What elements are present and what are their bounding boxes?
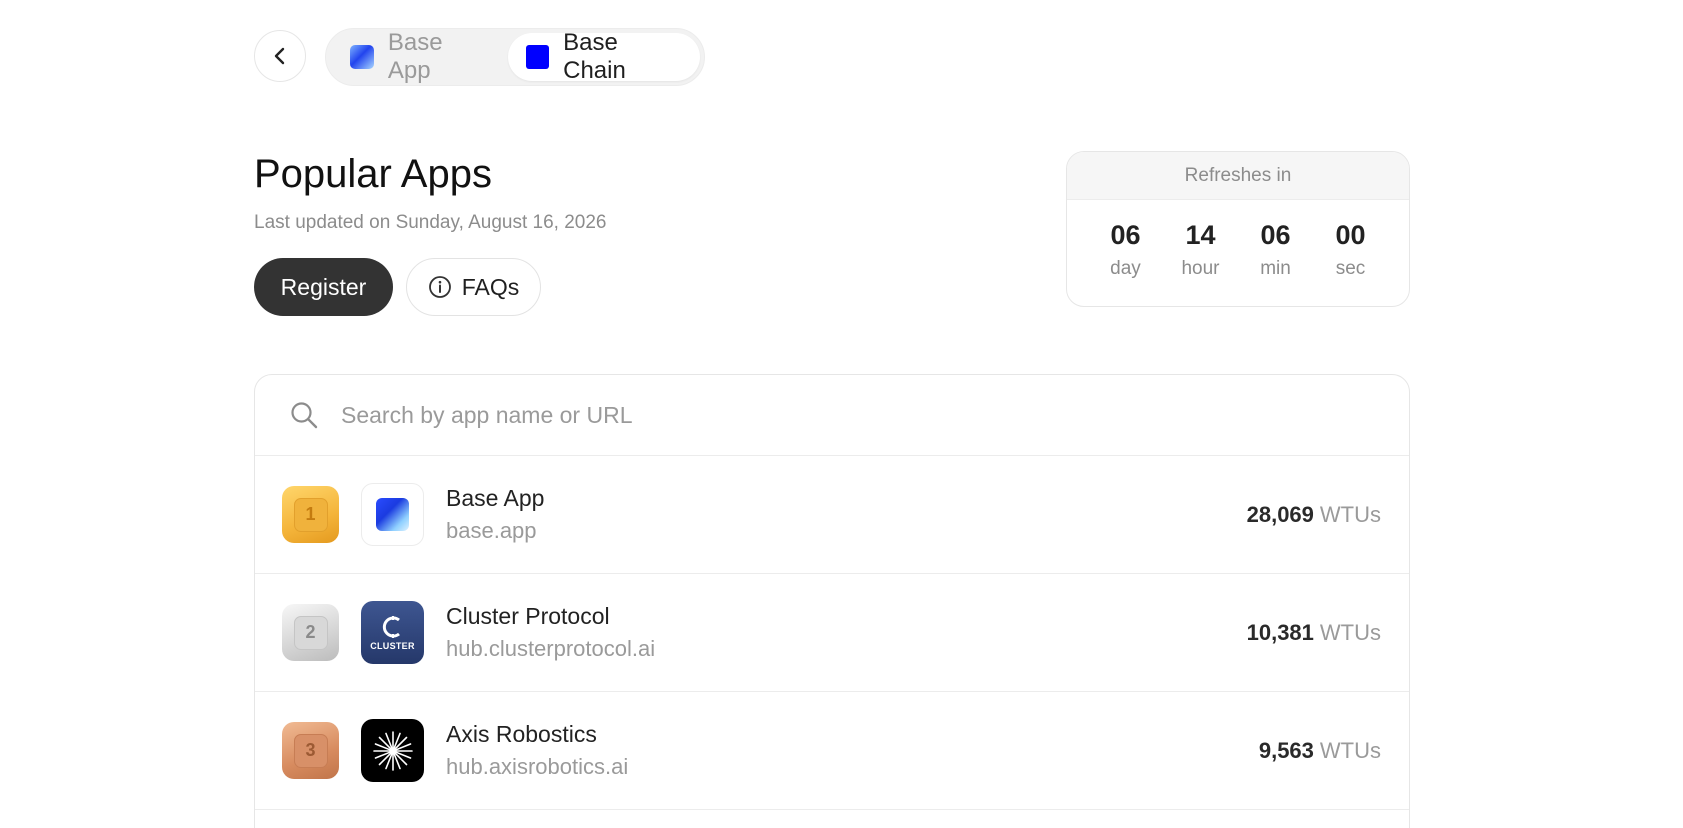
rank-number: 2 <box>293 615 328 650</box>
table-row[interactable]: 2 CLUSTER Cluster Protocol hub.clusterpr… <box>255 574 1409 692</box>
countdown-minutes: 06 min <box>1238 220 1313 280</box>
wtu-count: 9,563 WTUs <box>1259 738 1381 764</box>
wtu-count: 28,069 WTUs <box>1247 502 1381 528</box>
register-button[interactable]: Register <box>254 258 393 316</box>
product-switcher: Base App Base Chain <box>325 28 705 86</box>
wtu-value: 28,069 <box>1246 501 1314 527</box>
wtu-unit: WTUs <box>1319 619 1381 645</box>
app-name: Axis Robostics <box>446 721 597 747</box>
wtu-value: 9,563 <box>1258 737 1314 763</box>
app-url: hub.clusterprotocol.ai <box>446 636 656 661</box>
countdown-seconds: 00 sec <box>1313 220 1388 280</box>
countdown-hours: 14 hour <box>1163 220 1238 280</box>
countdown-unit-label: sec <box>1335 258 1366 279</box>
base-app-logo <box>361 483 424 546</box>
register-label: Register <box>280 273 367 300</box>
tab-base-app[interactable]: Base App <box>330 29 508 84</box>
rank-number: 1 <box>293 497 328 532</box>
tab-label: Base App <box>387 29 443 84</box>
countdown-value: 06 <box>1110 220 1141 250</box>
faqs-label: FAQs <box>461 273 520 300</box>
tab-label: Base Chain <box>563 29 626 84</box>
rank-badge-bronze: 3 <box>282 722 339 779</box>
table-row[interactable]: 1 Base App base.app 28,069 WTUs <box>255 456 1409 574</box>
wtu-count: 10,381 WTUs <box>1247 620 1381 646</box>
axis-robotics-logo <box>361 719 424 782</box>
countdown-value: 06 <box>1260 220 1291 250</box>
countdown-value: 00 <box>1335 220 1366 250</box>
page-title: Popular Apps <box>254 152 492 196</box>
app-url: hub.axisrobotics.ai <box>446 754 629 779</box>
tab-base-chain[interactable]: Base Chain <box>508 29 700 84</box>
faqs-button[interactable]: FAQs <box>406 258 541 316</box>
app-url: base.app <box>446 518 537 543</box>
app-name: Base App <box>446 485 545 511</box>
cluster-protocol-logo: CLUSTER <box>361 601 424 664</box>
chevron-left-icon <box>274 47 285 65</box>
base-app-icon <box>350 45 374 69</box>
table-row[interactable]: 3 Axis Robostics hub.axisrobotics.ai 9,5… <box>255 692 1409 810</box>
rank-badge-gold: 1 <box>282 486 339 543</box>
rank-badge-silver: 2 <box>282 604 339 661</box>
page: Base App Base Chain Popular Apps Last up… <box>0 0 1683 828</box>
apps-leaderboard: 1 Base App base.app 28,069WTUs 2 <box>254 374 1410 828</box>
cluster-mark-icon <box>382 616 400 638</box>
search-icon <box>291 402 318 429</box>
wtu-unit: WTUs <box>1319 501 1381 527</box>
countdown-unit-label: min <box>1260 258 1291 279</box>
refresh-countdown: Refreshes in 06 day 14 hour 06 min 00 se… <box>1066 151 1410 307</box>
logo-text: CLUSTER <box>370 641 415 651</box>
wtu-value: 10,381 <box>1246 619 1314 645</box>
last-updated-text: Last updated on Sunday, August 16, 2026 <box>254 212 607 233</box>
search-bar <box>255 375 1409 456</box>
info-icon <box>428 276 451 298</box>
base-chain-icon <box>526 45 550 69</box>
countdown-days: 06 day <box>1088 220 1163 280</box>
starburst-icon <box>372 730 413 771</box>
back-button[interactable] <box>254 30 306 82</box>
countdown-value: 14 <box>1185 220 1216 250</box>
rank-number: 3 <box>293 733 328 768</box>
countdown-unit-label: hour <box>1181 258 1220 279</box>
countdown-label: Refreshes in <box>1067 152 1409 200</box>
search-input[interactable] <box>341 401 1241 429</box>
wtu-unit: WTUs <box>1319 737 1381 763</box>
countdown-unit-label: day <box>1110 258 1141 279</box>
app-name: Cluster Protocol <box>446 603 610 629</box>
